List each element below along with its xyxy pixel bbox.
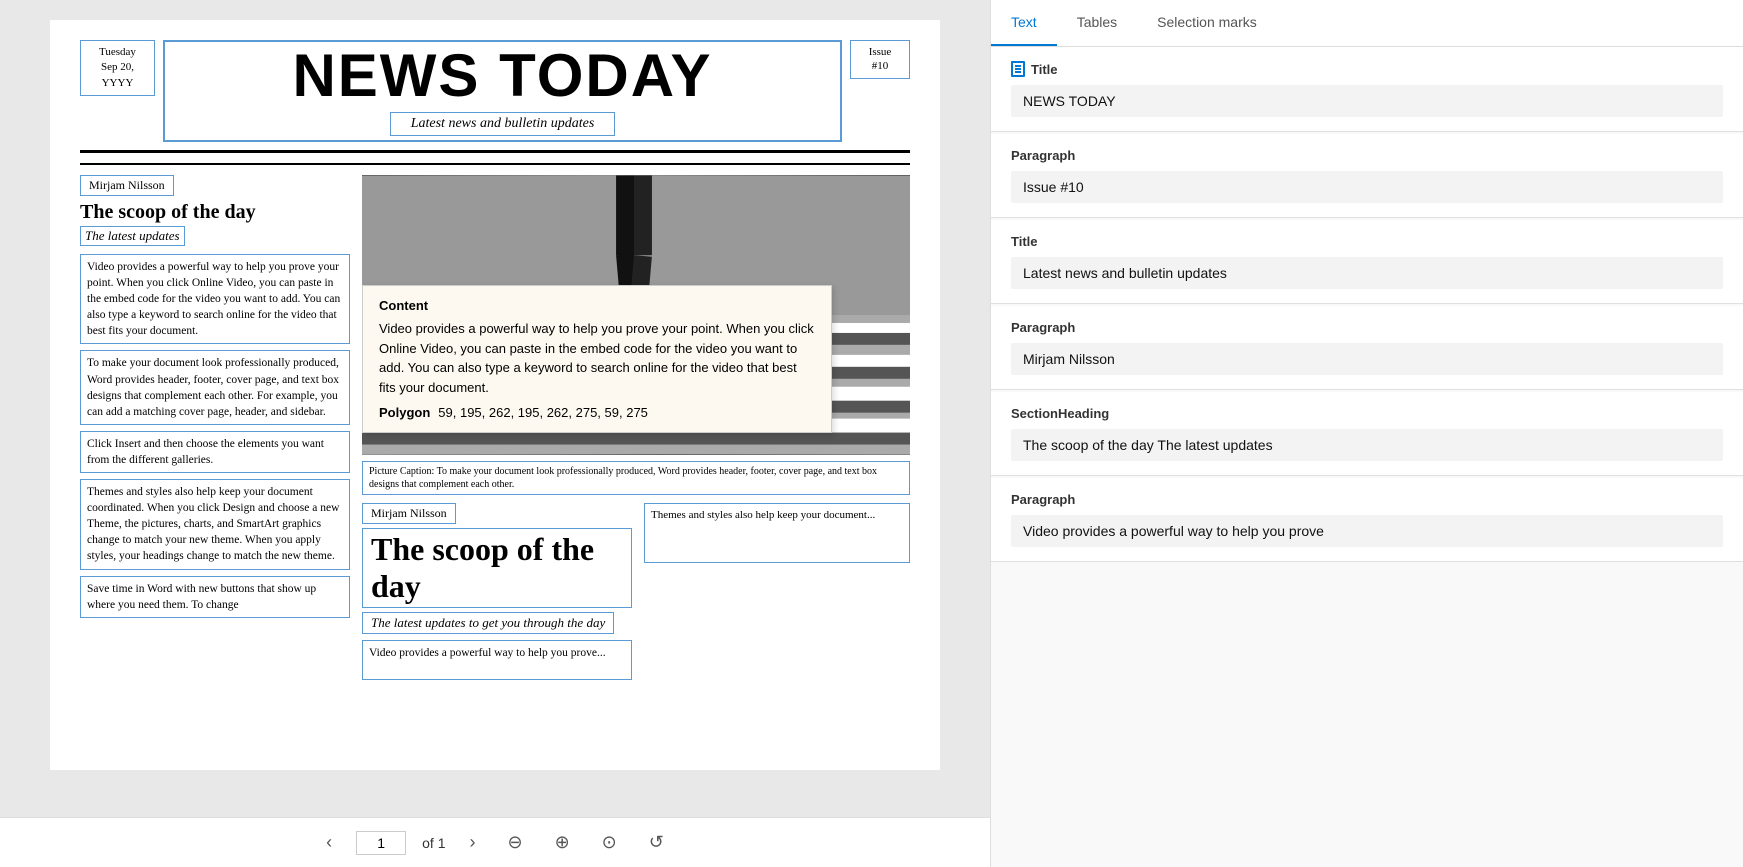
sec-col-left: Mirjam Nilsson The scoop of the day The … bbox=[362, 503, 632, 680]
section-heading-1: The scoop of the day bbox=[80, 200, 350, 224]
prev-page-button[interactable]: ‹ bbox=[318, 828, 340, 857]
panel-section-para-3: Paragraph Video provides a powerful way … bbox=[991, 478, 1743, 562]
right-panel-header: Text Tables Selection marks bbox=[991, 0, 1743, 47]
popup-tooltip: Content Video provides a powerful way to… bbox=[362, 285, 832, 433]
panel-section-label-4: Paragraph bbox=[1011, 320, 1723, 335]
col-left: Mirjam Nilsson The scoop of the day The … bbox=[80, 175, 350, 680]
doc-toolbar: ‹ of 1 › ⊖ ⊕ ⊙ ↺ bbox=[0, 817, 990, 867]
partial-text-block: Video provides a powerful way to help yo… bbox=[362, 640, 632, 680]
popup-polygon-row: Polygon 59, 195, 262, 195, 262, 275, 59,… bbox=[379, 405, 815, 420]
subtitle-box: Latest news and bulletin updates bbox=[390, 112, 616, 136]
panel-section-label-6: Paragraph bbox=[1011, 492, 1723, 507]
second-section: Mirjam Nilsson The scoop of the day The … bbox=[362, 503, 910, 680]
panel-section-value-5: The scoop of the day The latest updates bbox=[1011, 429, 1723, 461]
doc-page[interactable]: Tuesday Sep 20, YYYY NEWS TODAY Latest n… bbox=[0, 0, 990, 817]
panel-section-value-1: NEWS TODAY bbox=[1011, 85, 1723, 117]
panel-section-label-2: Paragraph bbox=[1011, 148, 1723, 163]
panel-section-label-1: Title bbox=[1011, 61, 1723, 77]
panel-scroll[interactable]: Title NEWS TODAY Paragraph Issue #10 Tit… bbox=[991, 47, 1743, 867]
rotate-button[interactable]: ↺ bbox=[641, 828, 672, 857]
panel-section-value-2: Issue #10 bbox=[1011, 171, 1723, 203]
newspaper-header: Tuesday Sep 20, YYYY NEWS TODAY Latest n… bbox=[80, 40, 910, 153]
panel-section-title-1: Title NEWS TODAY bbox=[991, 47, 1743, 132]
panel-section-para-2: Paragraph Mirjam Nilsson bbox=[991, 306, 1743, 390]
image-area: Content Video provides a powerful way to… bbox=[362, 175, 910, 455]
popup-polygon-label: Polygon bbox=[379, 405, 430, 420]
col-right: Content Video provides a powerful way to… bbox=[362, 175, 910, 680]
popup-label: Content bbox=[379, 298, 815, 313]
page-content: Tuesday Sep 20, YYYY NEWS TODAY Latest n… bbox=[50, 20, 940, 770]
title-icon bbox=[1011, 61, 1025, 77]
right-bottom-text: Themes and styles also help keep your do… bbox=[644, 503, 910, 563]
fit-page-button[interactable]: ⊙ bbox=[594, 828, 625, 857]
panel-section-heading: SectionHeading The scoop of the day The … bbox=[991, 392, 1743, 476]
panel-label-text-5: SectionHeading bbox=[1011, 406, 1109, 421]
right-panel: Text Tables Selection marks Title NEWS T… bbox=[990, 0, 1743, 867]
zoom-out-button[interactable]: ⊖ bbox=[499, 828, 530, 857]
panel-section-label-5: SectionHeading bbox=[1011, 406, 1723, 421]
picture-caption: Picture Caption: To make your document l… bbox=[362, 461, 910, 495]
zoom-in-button[interactable]: ⊕ bbox=[547, 828, 578, 857]
text-block-5: Save time in Word with new buttons that … bbox=[80, 576, 350, 618]
issue-box: Issue #10 bbox=[850, 40, 910, 79]
panel-section-value-3: Latest news and bulletin updates bbox=[1011, 257, 1723, 289]
panel-section-value-4: Mirjam Nilsson bbox=[1011, 343, 1723, 375]
second-columns: Mirjam Nilsson The scoop of the day The … bbox=[362, 503, 910, 680]
title-section: NEWS TODAY Latest news and bulletin upda… bbox=[163, 40, 842, 142]
tab-tables[interactable]: Tables bbox=[1057, 0, 1137, 46]
main-columns: Mirjam Nilsson The scoop of the day The … bbox=[80, 175, 910, 680]
panel-label-text-4: Paragraph bbox=[1011, 320, 1075, 335]
tab-selection-marks[interactable]: Selection marks bbox=[1137, 0, 1277, 46]
text-block-3: Click Insert and then choose the element… bbox=[80, 431, 350, 473]
next-page-button[interactable]: › bbox=[461, 828, 483, 857]
popup-polygon-values: 59, 195, 262, 195, 262, 275, 59, 275 bbox=[438, 405, 648, 420]
newspaper-title: NEWS TODAY bbox=[292, 46, 712, 106]
popup-content-text: Video provides a powerful way to help yo… bbox=[379, 319, 815, 397]
panel-label-text-6: Paragraph bbox=[1011, 492, 1075, 507]
separator bbox=[80, 163, 910, 165]
tab-text[interactable]: Text bbox=[991, 0, 1057, 46]
document-viewer: Tuesday Sep 20, YYYY NEWS TODAY Latest n… bbox=[0, 0, 990, 867]
section-subheading-1: The latest updates bbox=[80, 226, 185, 246]
author-box-1: Mirjam Nilsson bbox=[80, 175, 174, 196]
panel-section-label-3: Title bbox=[1011, 234, 1723, 249]
panel-section-value-6: Video provides a powerful way to help yo… bbox=[1011, 515, 1723, 547]
text-block-4: Themes and styles also help keep your do… bbox=[80, 479, 350, 569]
text-block-1: Video provides a powerful way to help yo… bbox=[80, 254, 350, 344]
panel-label-text-1: Title bbox=[1031, 62, 1058, 77]
sec-col-right: Themes and styles also help keep your do… bbox=[644, 503, 910, 680]
page-number-input[interactable] bbox=[356, 831, 406, 855]
latest-updates-box: The latest updates to get you through th… bbox=[362, 612, 614, 634]
text-block-2: To make your document look professionall… bbox=[80, 350, 350, 424]
big-heading: The scoop of the day bbox=[362, 528, 632, 608]
page-of-label: of 1 bbox=[422, 835, 445, 851]
panel-section-para-1: Paragraph Issue #10 bbox=[991, 134, 1743, 218]
author-box-2: Mirjam Nilsson bbox=[362, 503, 456, 524]
date-box: Tuesday Sep 20, YYYY bbox=[80, 40, 155, 96]
panel-label-text-3: Title bbox=[1011, 234, 1038, 249]
panel-section-title-2: Title Latest news and bulletin updates bbox=[991, 220, 1743, 304]
panel-label-text-2: Paragraph bbox=[1011, 148, 1075, 163]
